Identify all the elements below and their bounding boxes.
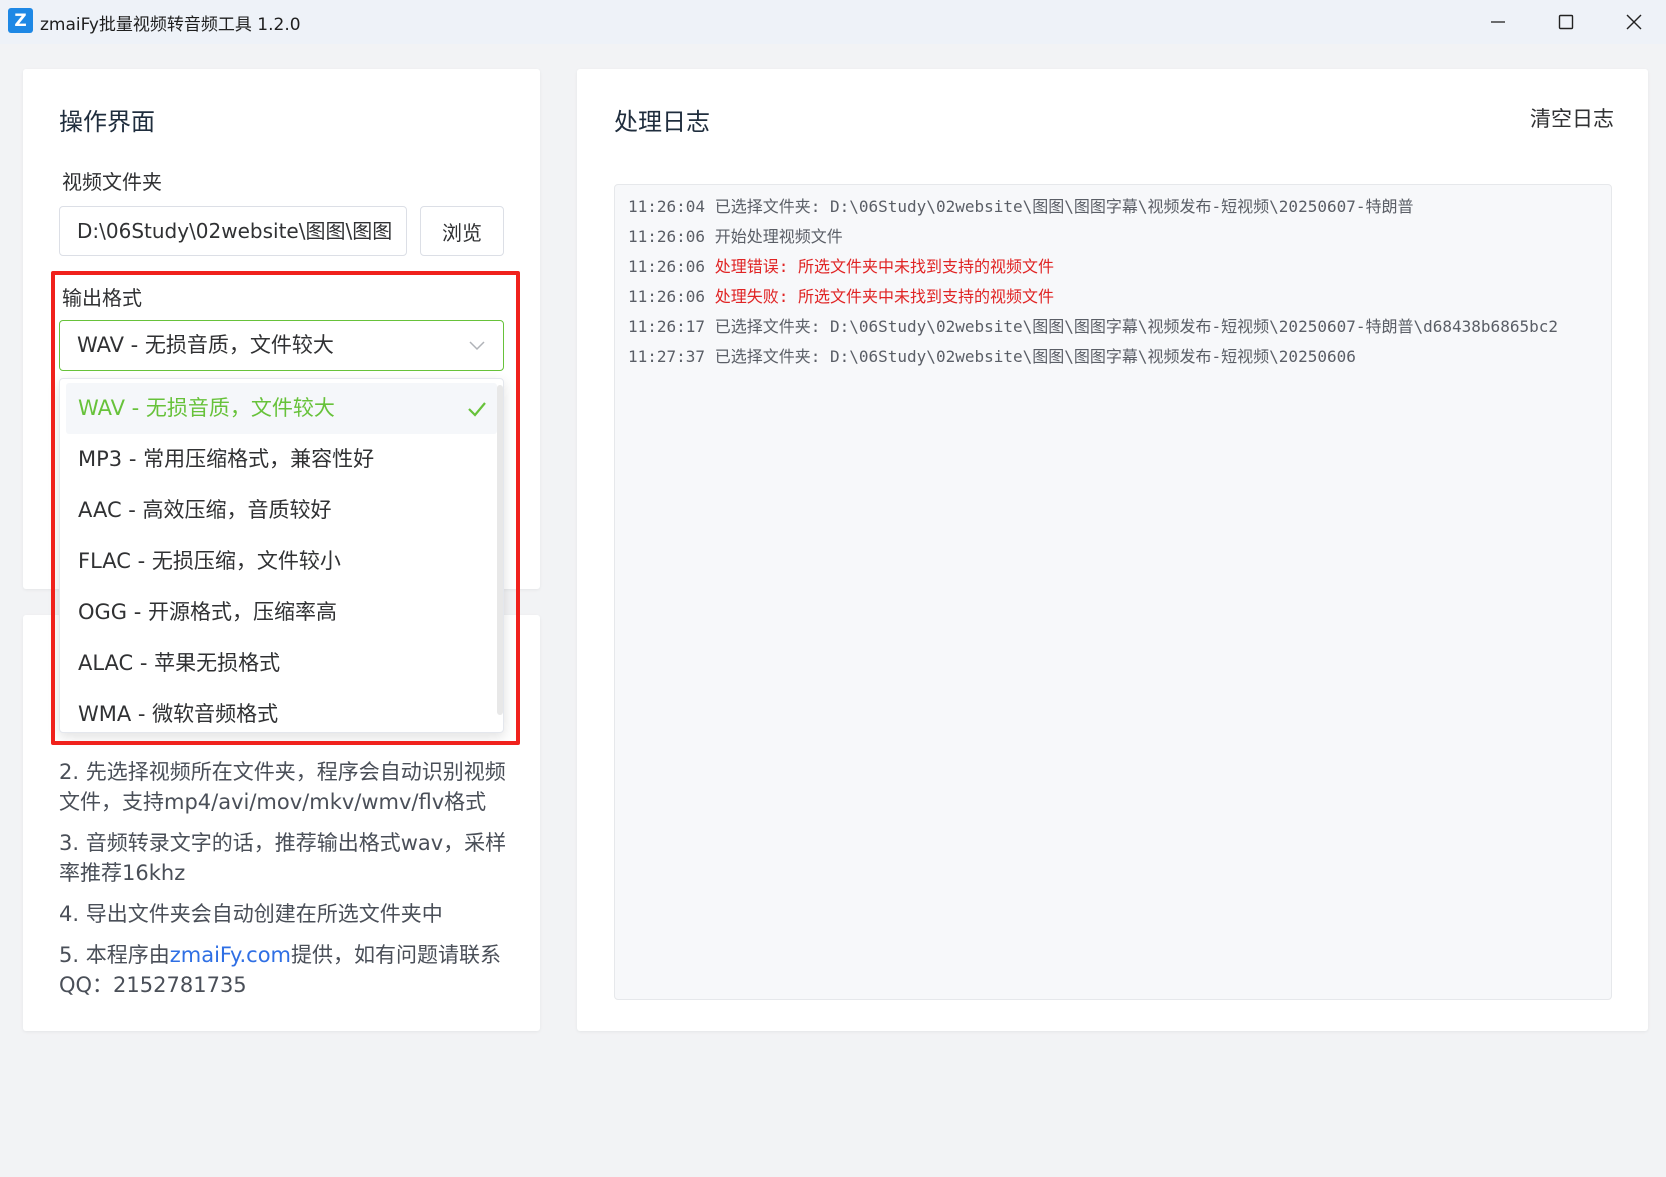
log-entry: 11:26:17 已选择文件夹: D:\06Study\02website\图图…: [628, 315, 1598, 339]
log-time: 11:26:06: [628, 287, 715, 306]
log-message: D:\06Study\02website\图图\图图字幕\视频发布-短视频\20…: [820, 347, 1356, 366]
log-message: 所选文件夹中未找到支持的视频文件: [788, 287, 1054, 306]
title-bar: Z zmaiFy批量视频转音频工具 1.2.0: [0, 0, 1666, 44]
log-label: 已选择文件夹:: [714, 197, 821, 216]
operation-title: 操作界面: [59, 108, 155, 136]
log-entry: 11:27:37 已选择文件夹: D:\06Study\02website\图图…: [628, 345, 1598, 369]
log-time: 11:27:37: [628, 347, 715, 366]
help-line-5-prefix: 5. 本程序由: [59, 943, 170, 967]
close-icon: [1626, 14, 1642, 30]
log-message: D:\06Study\02website\图图\图图字幕\视频发布-短视频\20…: [820, 197, 1414, 216]
log-label: 开始处理视频文件: [714, 227, 843, 246]
help-line-3: 3. 音频转录文字的话，推荐输出格式wav，采样率推荐16khz: [59, 831, 507, 885]
help-line-4: 4. 导出文件夹会自动创建在所选文件夹中: [59, 902, 443, 926]
log-message: D:\06Study\02website\图图\图图字幕\视频发布-短视频\20…: [820, 317, 1558, 336]
browse-button[interactable]: 浏览: [420, 206, 504, 256]
maximize-button[interactable]: [1532, 0, 1600, 44]
log-time: 11:26:04: [628, 197, 715, 216]
window-title: zmaiFy批量视频转音频工具 1.2.0: [40, 15, 301, 35]
log-time: 11:26:06: [628, 227, 715, 246]
log-label: 处理错误:: [714, 257, 789, 276]
log-label: 已选择文件夹:: [714, 317, 821, 336]
close-button[interactable]: [1600, 0, 1666, 44]
log-label: 处理失败:: [714, 287, 789, 306]
log-label: 已选择文件夹:: [714, 347, 821, 366]
help-line-5: 5. 本程序由zmaiFy.com提供，如有问题请联系QQ：2152781735: [59, 940, 509, 1000]
folder-path-input[interactable]: D:\06Study\02website\图图\图图: [59, 206, 407, 256]
log-title: 处理日志: [614, 108, 710, 136]
folder-label: 视频文件夹: [62, 170, 162, 194]
log-entry: 11:26:06 处理失败: 所选文件夹中未找到支持的视频文件: [628, 285, 1598, 309]
app-icon: Z: [8, 8, 33, 33]
log-time: 11:26:06: [628, 257, 715, 276]
maximize-icon: [1558, 14, 1574, 30]
clear-log-button[interactable]: 清空日志: [1530, 103, 1614, 133]
log-entry: 11:26:06 开始处理视频文件: [628, 225, 1598, 249]
highlight-annotation: [51, 271, 520, 745]
minimize-icon: [1491, 21, 1505, 23]
log-time: 11:26:17: [628, 317, 715, 336]
log-entry: 11:26:04 已选择文件夹: D:\06Study\02website\图图…: [628, 195, 1598, 219]
log-message: 所选文件夹中未找到支持的视频文件: [788, 257, 1054, 276]
log-area: 11:26:04 已选择文件夹: D:\06Study\02website\图图…: [614, 184, 1612, 1000]
log-entry: 11:26:06 处理错误: 所选文件夹中未找到支持的视频文件: [628, 255, 1598, 279]
website-link[interactable]: zmaiFy.com: [170, 943, 291, 967]
minimize-button[interactable]: [1464, 0, 1532, 44]
help-line-2: 2. 先选择视频所在文件夹，程序会自动识别视频文件，支持mp4/avi/mov/…: [59, 760, 506, 814]
